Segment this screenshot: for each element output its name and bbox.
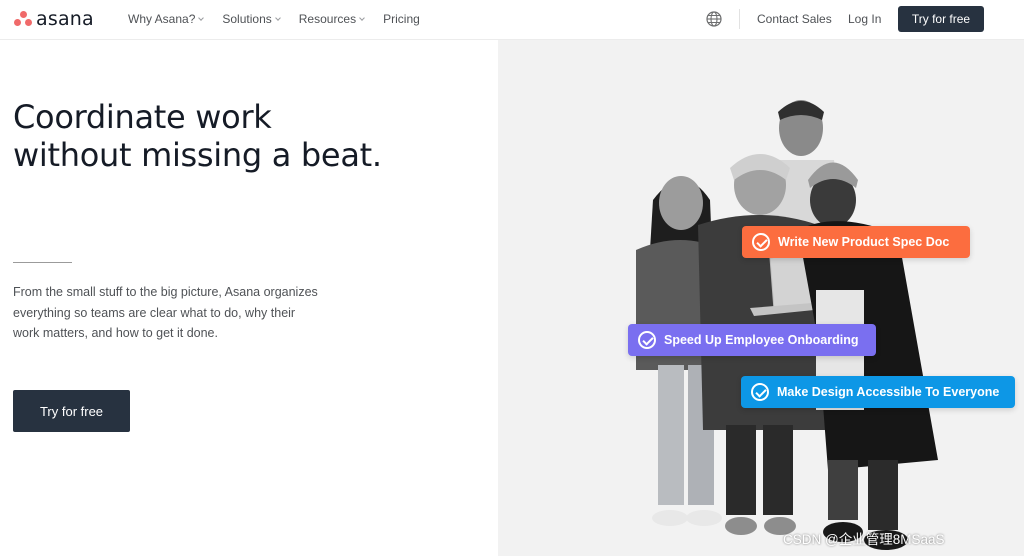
asana-logo-icon [14, 11, 32, 27]
try-for-free-hero-button[interactable]: Try for free [13, 390, 130, 432]
hero-description: From the small stuff to the big picture,… [13, 282, 353, 344]
task-label: Speed Up Employee Onboarding [664, 333, 859, 347]
task-chip-onboarding[interactable]: Speed Up Employee Onboarding [628, 324, 876, 356]
nav-divider [739, 9, 740, 29]
chevron-down-icon [359, 15, 365, 21]
hero-photo [498, 40, 1024, 556]
main-nav: Why Asana? Solutions Resources Pricing [128, 12, 439, 26]
nav-solutions[interactable]: Solutions [222, 12, 281, 26]
chevron-down-icon [274, 15, 281, 21]
description-line-3: work matters, and how to get it done. [13, 326, 218, 340]
chevron-down-icon [198, 15, 205, 21]
globe-icon[interactable] [706, 11, 722, 27]
watermark-text: CSDN @企业管理8MSaaS [783, 532, 945, 547]
team-photo-illustration [636, 100, 938, 550]
nav-pricing[interactable]: Pricing [383, 12, 420, 26]
nav-solutions-label: Solutions [222, 12, 272, 26]
asana-logo[interactable]: asana [14, 9, 94, 29]
check-circle-icon [752, 233, 770, 251]
description-line-1: From the small stuff to the big picture,… [13, 285, 318, 299]
nav-resources[interactable]: Resources [298, 12, 365, 26]
logo-text: asana [36, 8, 94, 30]
description-line-2: everything so teams are clear what to do… [13, 305, 296, 320]
top-nav-bar: asana Why Asana? Solutions Resources Pri… [0, 0, 1024, 40]
person-right [798, 162, 938, 550]
contact-sales-link[interactable]: Contact Sales [757, 12, 832, 26]
task-chip-design-accessible[interactable]: Make Design Accessible To Everyone [741, 376, 1015, 408]
nav-why-asana[interactable]: Why Asana? [128, 12, 205, 26]
hero-headline: Coordinate work without missing a beat. [13, 98, 382, 174]
task-chip-product-spec[interactable]: Write New Product Spec Doc [742, 226, 970, 258]
log-in-link[interactable]: Log In [848, 12, 881, 26]
headline-line-2: without missing a beat. [13, 136, 382, 174]
task-label: Write New Product Spec Doc [778, 235, 950, 249]
task-label: Make Design Accessible To Everyone [777, 385, 1000, 399]
check-circle-icon [751, 383, 769, 401]
hero-divider [13, 262, 72, 263]
headline-line-1: Coordinate work [13, 98, 272, 136]
nav-why-asana-label: Why Asana? [128, 12, 196, 26]
check-circle-icon [638, 331, 656, 349]
try-for-free-header-button[interactable]: Try for free [898, 6, 984, 32]
nav-pricing-label: Pricing [383, 12, 420, 26]
nav-resources-label: Resources [298, 12, 357, 26]
